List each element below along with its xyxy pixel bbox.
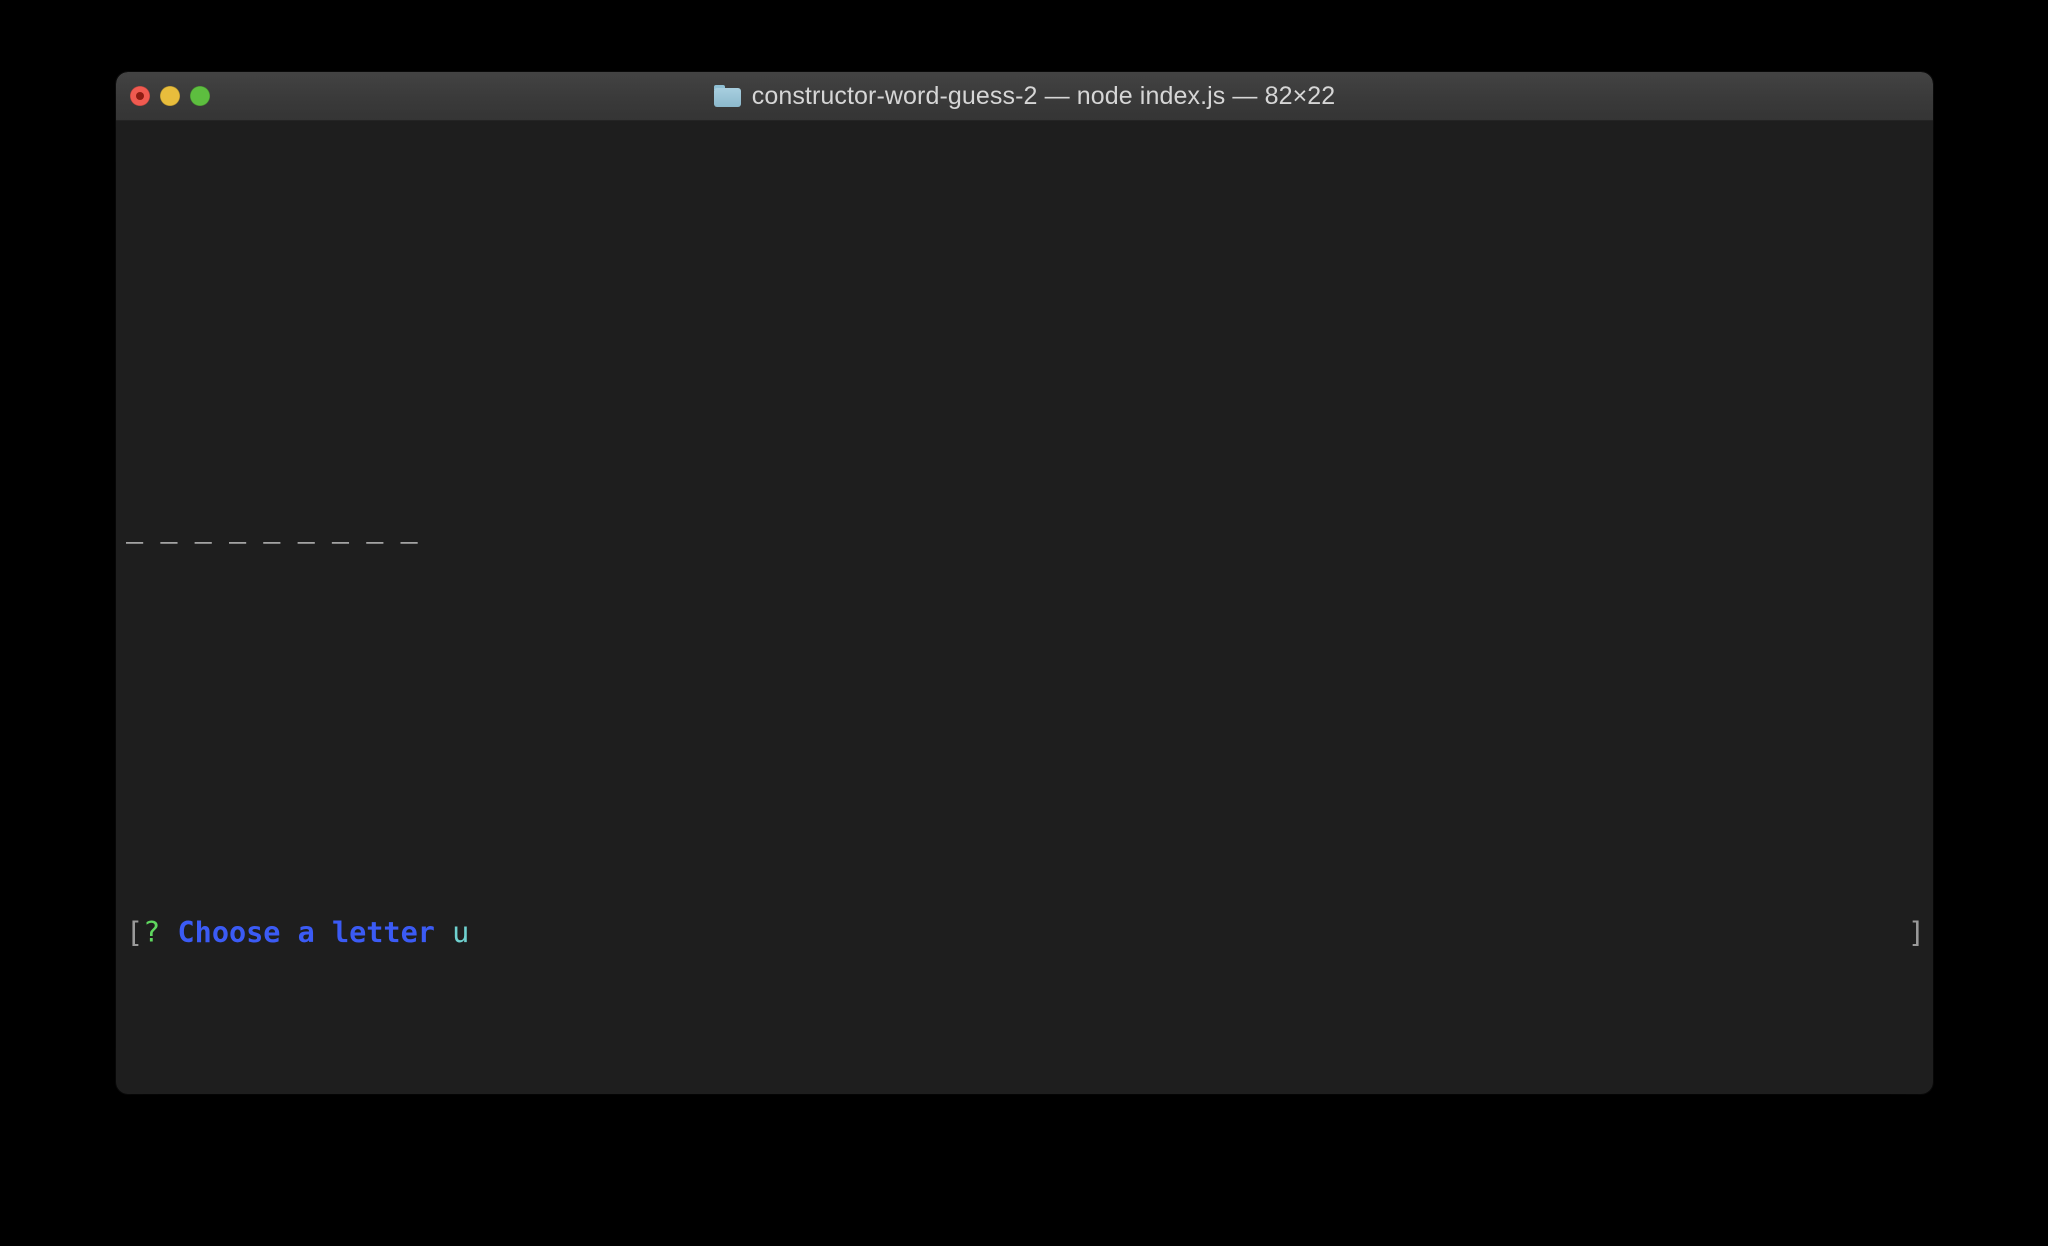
maximize-button-icon[interactable]	[190, 86, 210, 106]
minimize-button-icon[interactable]	[160, 86, 180, 106]
prompt-row-1[interactable]: [? Choose a letter u]	[126, 908, 1933, 959]
traffic-light-controls[interactable]	[130, 72, 210, 120]
prompt-question-1: Choose a letter	[177, 915, 435, 949]
question-marker-icon: ?	[143, 915, 161, 949]
window-title-group: constructor-word-guess-2 — node index.js…	[713, 81, 1336, 111]
prompt-answer-1: u	[452, 915, 470, 949]
terminal-screen: _ _ _ _ _ _ _ _ _ [? Choose a letter u] …	[116, 149, 1933, 1094]
close-button-icon[interactable]	[130, 86, 150, 106]
terminal-content-area[interactable]: _ _ _ _ _ _ _ _ _ [? Choose a letter u] …	[116, 121, 1933, 1094]
word-blanks-1: _ _ _ _ _ _ _ _ _	[126, 511, 418, 545]
terminal-window[interactable]: constructor-word-guess-2 — node index.js…	[116, 72, 1933, 1094]
window-title-text: constructor-word-guess-2 — node index.js…	[751, 81, 1336, 110]
desktop-background: constructor-word-guess-2 — node index.js…	[0, 0, 2048, 1246]
prompt-open-bracket: [	[126, 915, 144, 949]
word-blanks-row-1: _ _ _ _ _ _ _ _ _	[126, 503, 1933, 554]
window-titlebar[interactable]: constructor-word-guess-2 — node index.js…	[116, 72, 1933, 121]
prompt-close-bracket: ]	[1907, 915, 1925, 949]
folder-icon	[713, 85, 741, 107]
